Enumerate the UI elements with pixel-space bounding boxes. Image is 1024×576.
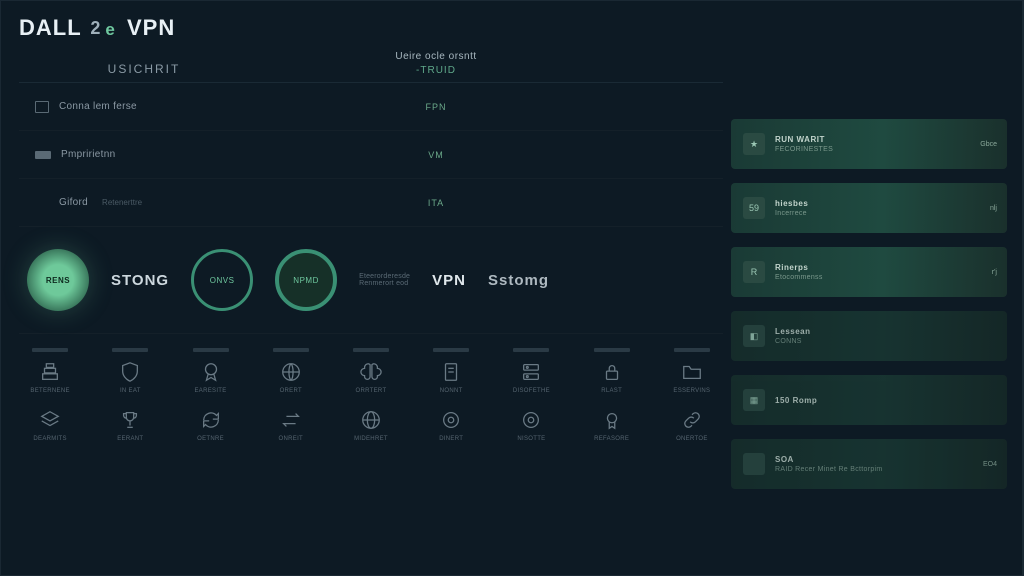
row-value: VM — [269, 150, 603, 160]
server-icon — [519, 360, 543, 384]
page-title: Ueire ocle orsntt — [269, 51, 603, 62]
feature-item[interactable]: DISOFETHE — [504, 348, 558, 394]
side-card[interactable]: ◧LesseanCONNS — [731, 311, 1007, 361]
card-icon: ★ — [743, 133, 765, 155]
row-value: ITA — [269, 198, 603, 208]
feature-item[interactable]: BETERNENE — [23, 348, 77, 394]
feature-item[interactable]: REFASORE — [585, 408, 639, 442]
status-circle-2[interactable]: ONVS — [191, 249, 253, 311]
bar-icon — [35, 151, 51, 159]
circle-description: Eteerorderesde Renmerort eod — [359, 273, 410, 287]
trophy-icon — [118, 408, 142, 432]
brand-logo: DALL 2e VPN — [19, 15, 175, 41]
card-icon: R — [743, 261, 765, 283]
feature-item[interactable]: ONREIT — [264, 408, 318, 442]
settings-row[interactable]: Pmpririetnn VM — [19, 131, 723, 179]
side-card[interactable]: RRinerpsEtocommenssr'j — [731, 247, 1007, 297]
status-circles: RENS STONG ONVS NPMD Eteerorderesde Renm… — [19, 249, 723, 334]
feature-item[interactable]: IN EAT — [103, 348, 157, 394]
feature-item[interactable]: RLAST — [585, 348, 639, 394]
card-icon — [743, 453, 765, 475]
tab-left[interactable]: USICHRIT — [19, 62, 269, 76]
status-circle-3[interactable]: NPMD — [275, 249, 337, 311]
strength-label: STONG — [111, 272, 169, 289]
lock-icon — [600, 360, 624, 384]
link-icon — [680, 408, 704, 432]
badge-icon — [199, 360, 223, 384]
status-label: Sstomg — [488, 272, 549, 289]
feature-item[interactable]: ORERT — [264, 348, 318, 394]
feature-item[interactable]: MIDEHRET — [344, 408, 398, 442]
feature-item[interactable]: NISOTTE — [504, 408, 558, 442]
document-icon — [35, 101, 49, 113]
feature-item[interactable]: ESSERVINS — [665, 348, 719, 394]
ring-icon — [519, 408, 543, 432]
feature-item[interactable]: EARESITE — [183, 348, 237, 394]
feature-item[interactable]: DINERT — [424, 408, 478, 442]
badge2-icon — [600, 408, 624, 432]
side-card[interactable]: 59hiesbesIncerrecenlj — [731, 183, 1007, 233]
main-panel: USICHRIT Ueire ocle orsntt -TRUID Conna … — [19, 51, 723, 575]
swap-icon — [279, 408, 303, 432]
shield-icon — [118, 360, 142, 384]
card-icon: 59 — [743, 197, 765, 219]
layers-icon — [38, 408, 62, 432]
side-card[interactable]: ▦150 Romp — [731, 375, 1007, 425]
top-tabs: USICHRIT Ueire ocle orsntt -TRUID — [19, 51, 723, 83]
globe-lines-icon — [279, 360, 303, 384]
doc-icon — [439, 360, 463, 384]
feature-item[interactable]: EERANT — [103, 408, 157, 442]
vpn-label: VPN — [432, 272, 466, 289]
feature-grid: BETERNENE IN EAT EARESITE ORERT ORRTERT NONNT… — [19, 348, 723, 442]
folder-icon — [680, 360, 704, 384]
settings-row[interactable]: Conna lem ferse FPN — [19, 83, 723, 131]
refresh-icon — [199, 408, 223, 432]
feature-item[interactable]: OETNRE — [183, 408, 237, 442]
card-icon: ◧ — [743, 325, 765, 347]
stack-icon — [38, 360, 62, 384]
settings-rows: Conna lem ferse FPN Pmpririetnn VM Gifor… — [19, 83, 723, 227]
feature-item[interactable]: ONERTOE — [665, 408, 719, 442]
feature-item[interactable]: DEARMITS — [23, 408, 77, 442]
brain-icon — [359, 360, 383, 384]
settings-row[interactable]: Giford Retenerttre ITA — [19, 179, 723, 227]
side-card[interactable]: SOARAID Recer Minet Re BcttorpimEO4 — [731, 439, 1007, 489]
side-card[interactable]: ★RUN WARITFECORINESTESGbce — [731, 119, 1007, 169]
divider — [1022, 1, 1023, 575]
card-icon: ▦ — [743, 389, 765, 411]
globe-icon — [359, 408, 383, 432]
status-circle-primary[interactable]: RENS — [27, 249, 89, 311]
row-value: FPN — [269, 102, 603, 112]
feature-item[interactable]: NONNT — [424, 348, 478, 394]
side-panel: ★RUN WARITFECORINESTESGbce 59hiesbesIncer… — [731, 119, 1007, 489]
feature-item[interactable]: ORRTERT — [344, 348, 398, 394]
ring-icon — [439, 408, 463, 432]
page-subtitle: -TRUID — [269, 65, 603, 76]
